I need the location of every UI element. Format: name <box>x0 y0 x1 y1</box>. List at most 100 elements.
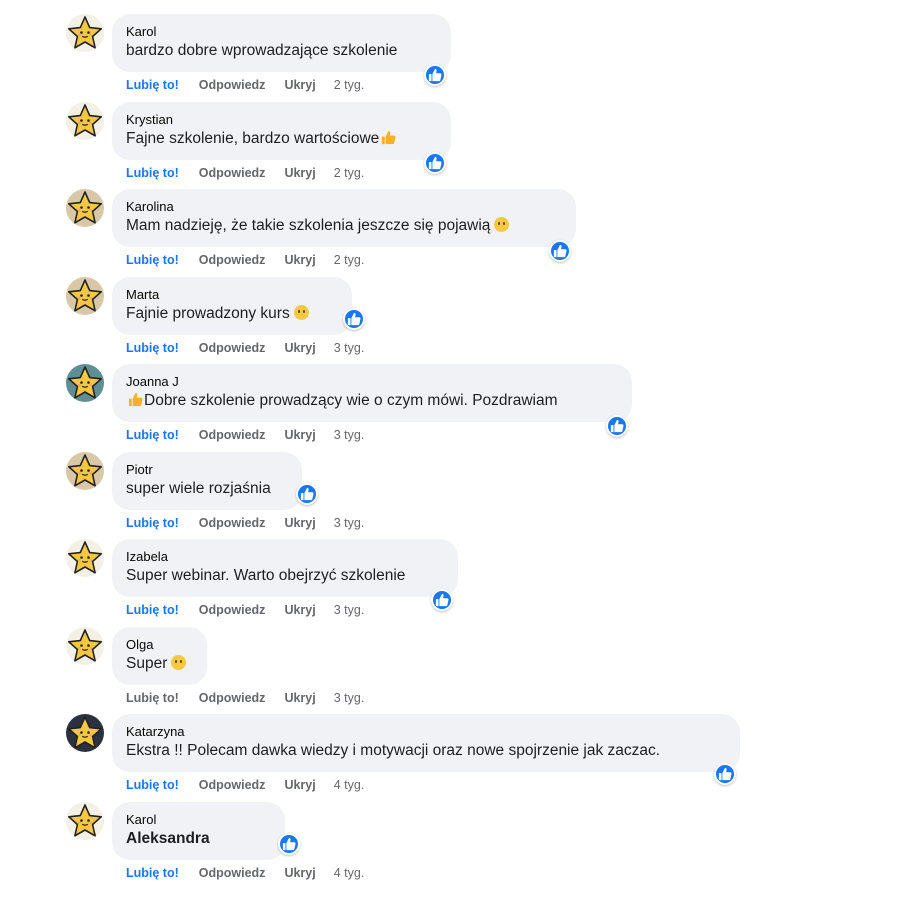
smile-face-icon <box>293 305 309 320</box>
comment-author[interactable]: Karol <box>126 811 272 828</box>
mention-link[interactable]: Aleksandra <box>126 830 210 847</box>
like-button[interactable]: Lubię to! <box>126 691 179 705</box>
comment-bubble: Karol Aleksandra <box>112 802 285 860</box>
hide-button[interactable]: Ukryj <box>284 866 315 880</box>
comment-text-row: super wiele rozjaśnia <box>126 478 289 499</box>
hide-button[interactable]: Ukryj <box>284 691 315 705</box>
comment-actions: Lubię to! Odpowiedz Ukryj 2 tyg. <box>126 78 364 92</box>
reply-button[interactable]: Odpowiedz <box>199 691 266 705</box>
comment-author[interactable]: Marta <box>126 286 339 303</box>
comment-bubble: Karol bardzo dobre wprowadzające szkoleni… <box>112 14 451 72</box>
reply-button[interactable]: Odpowiedz <box>199 78 266 92</box>
comment-bubble: Olga Super <box>112 627 207 685</box>
reply-button[interactable]: Odpowiedz <box>199 778 266 792</box>
avatar-star-face-icon[interactable] <box>66 452 104 490</box>
thumbs-up-icon <box>381 130 396 145</box>
comment-bubble: Marta Fajnie prowadzony kurs <box>112 277 352 335</box>
like-reaction-thumbs-up-icon[interactable] <box>278 833 300 855</box>
like-reaction-thumbs-up-icon[interactable] <box>714 763 736 785</box>
hide-button[interactable]: Ukryj <box>284 78 315 92</box>
thumbs-up-icon <box>128 392 143 407</box>
avatar-star-face-icon[interactable] <box>66 102 104 140</box>
reply-button[interactable]: Odpowiedz <box>199 341 266 355</box>
comment-timestamp[interactable]: 3 tyg. <box>334 603 365 617</box>
comment-actions: Lubię to! Odpowiedz Ukryj 2 tyg. <box>126 166 364 180</box>
comment-author[interactable]: Joanna J <box>126 373 619 390</box>
comment-text-row: bardzo dobre wprowadzające szkolenie <box>126 40 438 61</box>
comment-timestamp[interactable]: 2 tyg. <box>334 78 365 92</box>
hide-button[interactable]: Ukryj <box>284 778 315 792</box>
hide-button[interactable]: Ukryj <box>284 603 315 617</box>
hide-button[interactable]: Ukryj <box>284 428 315 442</box>
like-reaction-thumbs-up-icon[interactable] <box>606 415 628 437</box>
comment-timestamp[interactable]: 2 tyg. <box>334 253 365 267</box>
comment-bubble: Joanna J Dobre szkolenie prowadzący wie o… <box>112 364 632 422</box>
comment-timestamp[interactable]: 3 tyg. <box>334 341 365 355</box>
comment-text: Dobre szkolenie prowadzący wie o czym mó… <box>144 392 558 409</box>
reply-button[interactable]: Odpowiedz <box>199 253 266 267</box>
like-button[interactable]: Lubię to! <box>126 341 179 355</box>
reply-button[interactable]: Odpowiedz <box>199 866 266 880</box>
comment-actions: Lubię to! Odpowiedz Ukryj 3 tyg. <box>126 516 364 530</box>
comment-actions: Lubię to! Odpowiedz Ukryj 3 tyg. <box>126 341 364 355</box>
like-button[interactable]: Lubię to! <box>126 516 179 530</box>
comment-author[interactable]: Olga <box>126 636 194 653</box>
reply-button[interactable]: Odpowiedz <box>199 166 266 180</box>
comment-timestamp[interactable]: 4 tyg. <box>334 778 365 792</box>
like-reaction-thumbs-up-icon[interactable] <box>431 589 453 611</box>
reply-button[interactable]: Odpowiedz <box>199 428 266 442</box>
like-reaction-thumbs-up-icon[interactable] <box>296 483 318 505</box>
comment-text-row: Fajnie prowadzony kurs <box>126 303 339 324</box>
comment-author[interactable]: Katarzyna <box>126 723 727 740</box>
comment-author[interactable]: Karolina <box>126 198 563 215</box>
comments-list: Karol bardzo dobre wprowadzające szkoleni… <box>0 0 899 899</box>
avatar-star-face-icon[interactable] <box>66 714 104 752</box>
like-reaction-thumbs-up-icon[interactable] <box>343 308 365 330</box>
avatar-star-face-icon[interactable] <box>66 802 104 840</box>
comment-timestamp[interactable]: 3 tyg. <box>334 691 365 705</box>
hide-button[interactable]: Ukryj <box>284 253 315 267</box>
comment-actions: Lubię to! Odpowiedz Ukryj 3 tyg. <box>126 428 364 442</box>
like-reaction-thumbs-up-icon[interactable] <box>424 64 446 86</box>
comment-text: Fajne szkolenie, bardzo wartościowe <box>126 130 380 147</box>
avatar-star-face-icon[interactable] <box>66 189 104 227</box>
comment-actions: Lubię to! Odpowiedz Ukryj 3 tyg. <box>126 691 364 705</box>
comment-author[interactable]: Piotr <box>126 461 289 478</box>
avatar-star-face-icon[interactable] <box>66 539 104 577</box>
comment-text-row: Dobre szkolenie prowadzący wie o czym mó… <box>126 390 619 411</box>
comment-text-row: Super webinar. Warto obejrzyć szkolenie <box>126 565 445 586</box>
like-button[interactable]: Lubię to! <box>126 253 179 267</box>
comment-text: bardzo dobre wprowadzające szkolenie <box>126 42 398 59</box>
like-reaction-thumbs-up-icon[interactable] <box>549 240 571 262</box>
like-button[interactable]: Lubię to! <box>126 866 179 880</box>
hide-button[interactable]: Ukryj <box>284 516 315 530</box>
comment-text: Super webinar. Warto obejrzyć szkolenie <box>126 567 406 584</box>
comment-timestamp[interactable]: 3 tyg. <box>334 428 365 442</box>
reply-button[interactable]: Odpowiedz <box>199 603 266 617</box>
like-button[interactable]: Lubię to! <box>126 166 179 180</box>
avatar-star-face-icon[interactable] <box>66 14 104 52</box>
like-button[interactable]: Lubię to! <box>126 428 179 442</box>
comment-author[interactable]: Karol <box>126 23 438 40</box>
comment-timestamp[interactable]: 3 tyg. <box>334 516 365 530</box>
like-button[interactable]: Lubię to! <box>126 603 179 617</box>
comment-author[interactable]: Krystian <box>126 111 438 128</box>
like-reaction-thumbs-up-icon[interactable] <box>424 152 446 174</box>
comment-actions: Lubię to! Odpowiedz Ukryj 2 tyg. <box>126 253 364 267</box>
like-button[interactable]: Lubię to! <box>126 778 179 792</box>
comment-timestamp[interactable]: 4 tyg. <box>334 866 365 880</box>
avatar-star-face-icon[interactable] <box>66 277 104 315</box>
comment-text: Mam nadzieję, że takie szkolenia jeszcze… <box>126 217 491 234</box>
comment-author[interactable]: Izabela <box>126 548 445 565</box>
avatar-star-face-icon[interactable] <box>66 364 104 402</box>
comment-text-row: Fajne szkolenie, bardzo wartościowe <box>126 128 438 149</box>
comment-timestamp[interactable]: 2 tyg. <box>334 166 365 180</box>
comment-text-row: Aleksandra <box>126 828 272 849</box>
avatar-star-face-icon[interactable] <box>66 627 104 665</box>
comment-actions: Lubię to! Odpowiedz Ukryj 4 tyg. <box>126 866 364 880</box>
hide-button[interactable]: Ukryj <box>284 166 315 180</box>
hide-button[interactable]: Ukryj <box>284 341 315 355</box>
reply-button[interactable]: Odpowiedz <box>199 516 266 530</box>
like-button[interactable]: Lubię to! <box>126 78 179 92</box>
comment-actions: Lubię to! Odpowiedz Ukryj 3 tyg. <box>126 603 364 617</box>
